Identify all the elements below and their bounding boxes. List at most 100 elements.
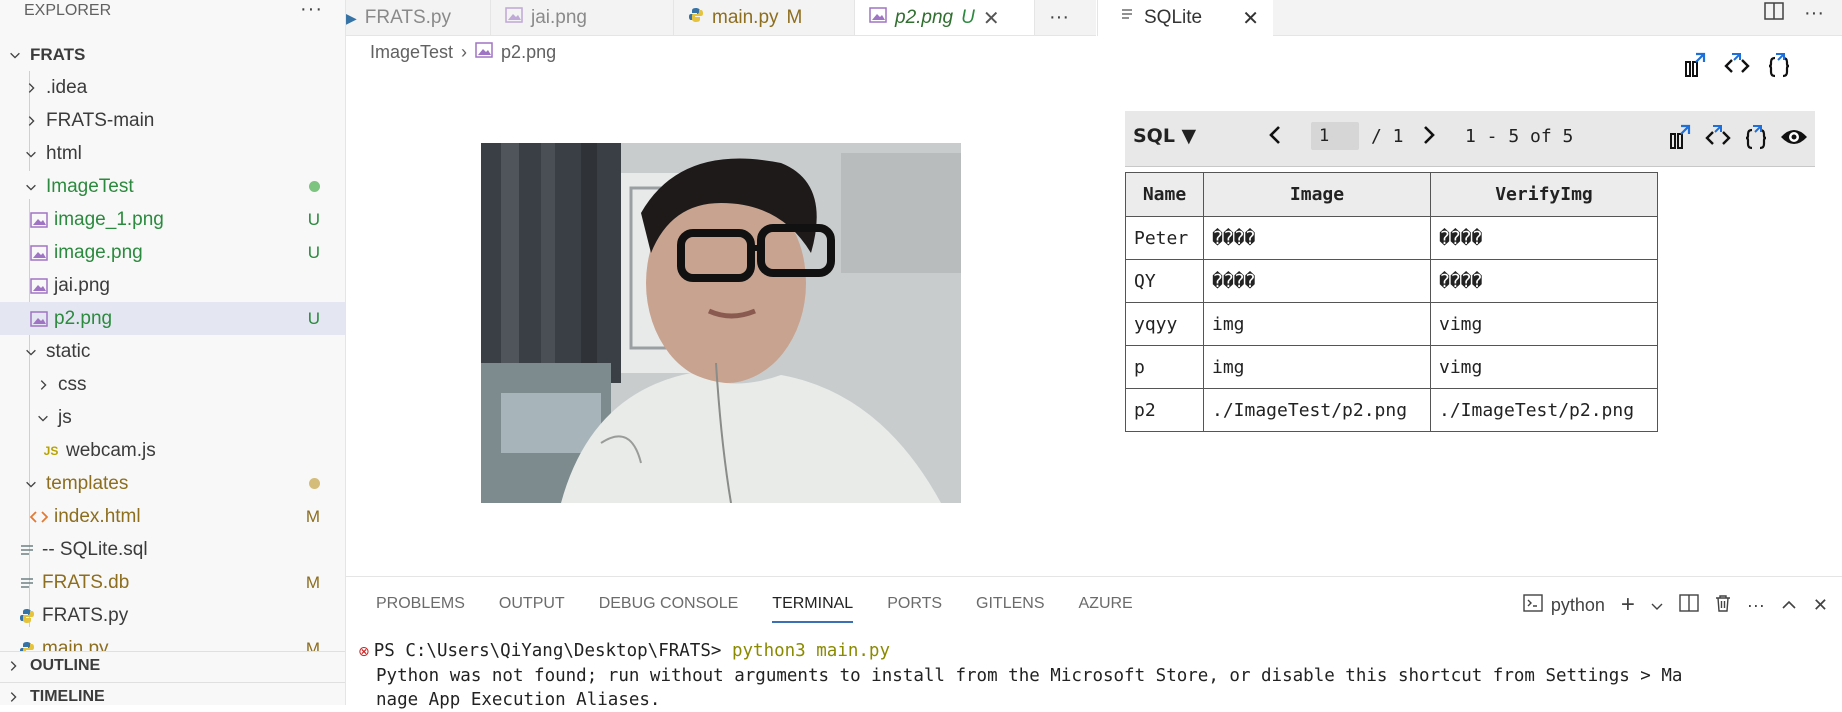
- tab-output[interactable]: OUTPUT: [499, 595, 565, 623]
- tree-folder-static[interactable]: static: [0, 335, 345, 368]
- split-editor-icon[interactable]: [1764, 2, 1784, 26]
- breadcrumb-folder[interactable]: ImageTest: [370, 42, 453, 63]
- close-panel-icon[interactable]: ✕: [1813, 595, 1828, 616]
- export-html-icon[interactable]: [1722, 50, 1752, 80]
- shell-name: python: [1550, 594, 1605, 615]
- close-tab-icon[interactable]: ✕: [983, 6, 1000, 31]
- tree-file-sqlite-sql[interactable]: -- SQLite.sql: [0, 533, 345, 566]
- maximize-panel-icon[interactable]: [1781, 595, 1797, 616]
- table-row[interactable]: p2 ./ImageTest/p2.png ./ImageTest/p2.png: [1125, 388, 1658, 432]
- tree-item-label: css: [58, 373, 87, 395]
- tree-file-jai[interactable]: jai.png: [0, 269, 345, 302]
- panel-tabs: PROBLEMS OUTPUT DEBUG CONSOLE TERMINAL P…: [376, 595, 1167, 623]
- column-header[interactable]: VerifyImg: [1430, 172, 1658, 217]
- tree-root-label: FRATS: [30, 44, 86, 64]
- javascript-file-icon: JS: [43, 443, 59, 458]
- chevron-right-icon: [6, 659, 24, 673]
- tab-frats-py[interactable]: ▶ FRATS.py: [346, 0, 491, 35]
- tree-file-frats-py[interactable]: FRATS.py: [0, 599, 345, 632]
- table-cell: p2: [1125, 388, 1204, 432]
- table-row[interactable]: yqyy img vimg: [1125, 302, 1658, 346]
- tab-ports[interactable]: PORTS: [887, 595, 942, 623]
- split-terminal-icon[interactable]: [1679, 593, 1699, 617]
- export-csv-icon[interactable]: [1680, 50, 1710, 80]
- table-row[interactable]: p img vimg: [1125, 345, 1658, 389]
- chevron-right-icon[interactable]: [1421, 125, 1437, 150]
- tab-jai-png[interactable]: jai.png: [491, 0, 674, 35]
- chevron-down-icon: [34, 411, 52, 425]
- table-cell: p: [1125, 345, 1204, 389]
- chevron-down-icon: [6, 48, 24, 62]
- tree-folder-css[interactable]: css: [0, 368, 345, 401]
- sqlite-tab-bar: SQLite ✕ ···: [1097, 0, 1842, 36]
- tree-file-p2[interactable]: p2.png U: [0, 302, 345, 335]
- export-json-icon[interactable]: [1741, 122, 1771, 152]
- tree-folder-js[interactable]: js: [0, 401, 345, 434]
- table-row[interactable]: Peter ���� ����: [1125, 216, 1658, 260]
- trash-icon[interactable]: [1715, 594, 1731, 617]
- tree-file-image[interactable]: image.png U: [0, 236, 345, 269]
- tab-azure[interactable]: AZURE: [1079, 595, 1133, 623]
- python-file-icon: [16, 606, 38, 626]
- more-actions-icon[interactable]: ···: [1035, 0, 1083, 35]
- column-header[interactable]: Name: [1125, 172, 1204, 217]
- webcam-photo: [481, 143, 961, 503]
- tab-sqlite[interactable]: SQLite ✕: [1098, 0, 1273, 36]
- table-cell: ����: [1203, 216, 1431, 260]
- tree-item-label: webcam.js: [66, 439, 156, 461]
- breadcrumb-file[interactable]: p2.png: [501, 42, 556, 63]
- terminal-output[interactable]: ⊗ PS C:\Users\QiYang\Desktop\FRATS> pytho…: [358, 639, 1682, 712]
- tree-item-label: .idea: [46, 76, 88, 98]
- sql-dropdown-button[interactable]: SQL ▼: [1133, 125, 1196, 147]
- table-header-row: Name Image VerifyImg: [1125, 172, 1658, 217]
- column-header[interactable]: Image: [1203, 172, 1431, 217]
- eye-icon[interactable]: [1779, 122, 1809, 152]
- more-actions-icon[interactable]: ···: [300, 0, 323, 21]
- timeline-section[interactable]: TIMELINE: [0, 682, 345, 705]
- image-preview: [481, 143, 961, 503]
- tab-terminal[interactable]: TERMINAL: [772, 595, 853, 623]
- tab-label: SQLite: [1144, 7, 1203, 28]
- tree-item-label: p2.png: [54, 307, 113, 329]
- git-status-badge: U: [307, 209, 320, 229]
- more-actions-icon[interactable]: ···: [1747, 595, 1765, 616]
- tree-folder-frats-main[interactable]: FRATS-main: [0, 104, 345, 137]
- html-file-icon: [28, 507, 50, 527]
- export-html-icon[interactable]: [1703, 122, 1733, 152]
- table-row[interactable]: QY ���� ����: [1125, 259, 1658, 303]
- outline-section[interactable]: OUTLINE: [0, 651, 345, 679]
- chevron-down-icon[interactable]: [1651, 595, 1663, 616]
- close-tab-icon[interactable]: ✕: [1242, 6, 1259, 31]
- tab-p2-png[interactable]: p2.png U ✕: [855, 0, 1035, 35]
- results-table: Name Image VerifyImg Peter ���� ���� QY …: [1125, 172, 1658, 432]
- tab-main-py[interactable]: main.py M: [674, 0, 855, 35]
- tab-gitlens[interactable]: GITLENS: [976, 595, 1044, 623]
- tab-problems[interactable]: PROBLEMS: [376, 595, 465, 623]
- export-csv-icon[interactable]: [1665, 122, 1695, 152]
- tree-root-frats[interactable]: FRATS: [0, 38, 345, 71]
- tab-git-badge: M: [786, 7, 803, 28]
- image-file-icon: [505, 7, 523, 29]
- tree-folder-templates[interactable]: templates: [0, 467, 345, 500]
- terminal-shell-selector[interactable]: python: [1523, 593, 1605, 617]
- bottom-panel: PROBLEMS OUTPUT DEBUG CONSOLE TERMINAL P…: [346, 576, 1842, 710]
- tree-file-index-html[interactable]: index.html M: [0, 500, 345, 533]
- tree-file-image1[interactable]: image_1.png U: [0, 203, 345, 236]
- breadcrumb: ImageTest › p2.png: [370, 42, 556, 63]
- new-terminal-icon[interactable]: +: [1621, 591, 1635, 619]
- git-status-badge: U: [307, 242, 320, 262]
- git-status-badge: M: [305, 506, 320, 526]
- git-status-badge: M: [305, 572, 320, 592]
- tree-item-label: html: [46, 142, 82, 164]
- tree-folder-imagetest[interactable]: ImageTest: [0, 170, 345, 203]
- page-input[interactable]: 1: [1311, 122, 1359, 150]
- tree-folder-idea[interactable]: .idea: [0, 71, 345, 104]
- tab-debug-console[interactable]: DEBUG CONSOLE: [599, 595, 739, 623]
- tree-folder-html[interactable]: html: [0, 137, 345, 170]
- tree-item-label: templates: [46, 472, 129, 494]
- export-json-icon[interactable]: [1764, 50, 1794, 80]
- tree-file-frats-db[interactable]: FRATS.db M: [0, 566, 345, 599]
- chevron-left-icon[interactable]: [1267, 125, 1283, 150]
- tree-file-webcam[interactable]: JS webcam.js: [0, 434, 345, 467]
- more-actions-icon[interactable]: ···: [1804, 2, 1824, 26]
